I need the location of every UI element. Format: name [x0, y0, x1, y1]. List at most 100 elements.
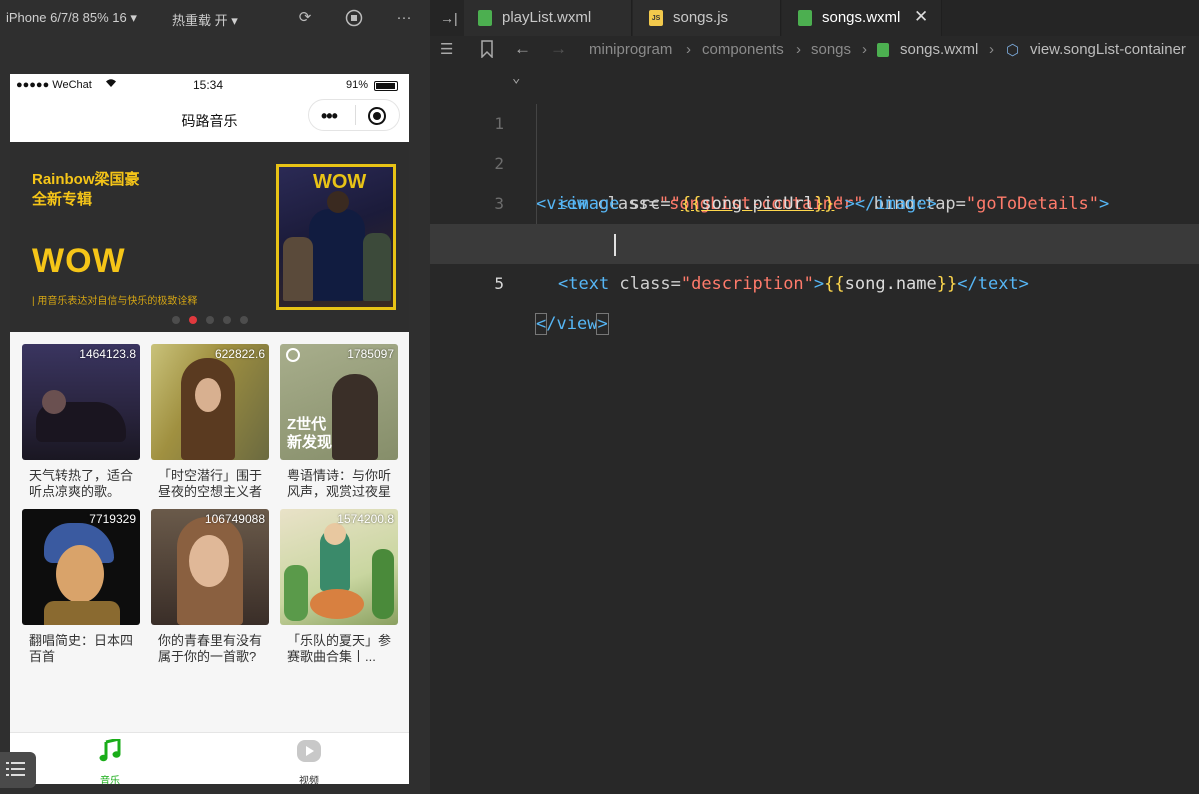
play-count: 106749088	[204, 512, 265, 526]
breadcrumb-sep: ›	[686, 41, 691, 58]
outline-icon[interactable]: ☰	[440, 40, 453, 58]
tab-label: songs.wxml	[822, 9, 901, 26]
play-count: 1464123.8	[79, 347, 136, 361]
code-editor: →| playList.wxml JS songs.js songs.wxml …	[430, 0, 1199, 794]
wxml-icon	[877, 43, 889, 57]
collapse-sidebar-icon[interactable]: →|	[440, 10, 458, 26]
line-number: 5	[494, 274, 504, 293]
rotate-icon[interactable]: ⟳	[296, 9, 314, 27]
song-list: 1464123.8 天气转热了，适合听点凉爽的歌。 622822.6 「时空潜行…	[10, 332, 409, 732]
wifi-icon	[105, 78, 117, 91]
song-cover: 1574200.8	[280, 509, 398, 625]
capsule-menu: •••	[308, 99, 400, 131]
tab-songs-wxml[interactable]: songs.wxml ✕	[782, 0, 942, 36]
battery-label: 91%	[346, 79, 369, 91]
play-count: 7719329	[89, 512, 136, 526]
back-arrow-icon[interactable]: ←	[514, 39, 531, 59]
battery-icon	[374, 81, 398, 91]
song-cover: 106749088	[151, 509, 269, 625]
tab-songs-js[interactable]: JS songs.js	[633, 0, 781, 36]
swiper-dot[interactable]	[172, 316, 180, 324]
fold-chevron-icon[interactable]: ⌄	[512, 58, 520, 98]
simulator-panel: iPhone 6/7/8 85% 16 ▾ 热重载 开 ▾ ⟳ ··· ●●●●…	[0, 0, 430, 794]
phone-screen: ●●●●● WeChat 15:34 91% 码路音乐 ••• Rainbow梁…	[10, 74, 409, 784]
song-description: 你的青春里有没有属于你的一首歌?	[158, 633, 263, 664]
song-description: 天气转热了，适合听点凉爽的歌。	[29, 468, 134, 499]
wxml-icon	[798, 10, 812, 26]
song-cover: 1464123.8	[22, 344, 140, 460]
carrier-label: ●●●●● WeChat	[16, 79, 92, 91]
hot-reload-label: 热重载 开	[172, 13, 228, 28]
song-cover: Z世代 新发现 1785097	[280, 344, 398, 460]
device-select[interactable]: iPhone 6/7/8 85% 16 ▾	[6, 10, 137, 26]
status-bar: ●●●●● WeChat 15:34 91%	[10, 74, 409, 98]
cube-icon: ⬡	[1006, 42, 1020, 59]
js-icon: JS	[649, 10, 663, 26]
wxml-icon	[478, 10, 492, 26]
banner-title-2: 全新专辑	[32, 191, 93, 208]
song-cover: 622822.6	[151, 344, 269, 460]
song-description: 粤语情诗：与你听风声，观赏过夜星	[287, 468, 392, 499]
swiper-dot[interactable]	[206, 316, 214, 324]
menu-dots-icon[interactable]: •••	[321, 106, 338, 127]
play-count: 622822.6	[214, 347, 265, 361]
simulator-toolbar: iPhone 6/7/8 85% 16 ▾ 热重载 开 ▾ ⟳ ···	[0, 0, 430, 36]
tab-video[interactable]: 视频	[269, 739, 349, 784]
breadcrumb-item[interactable]: miniprogram	[589, 41, 672, 58]
text-cursor	[614, 234, 616, 256]
device-label: iPhone 6/7/8 85% 16	[6, 10, 127, 25]
close-tab-icon[interactable]: ✕	[914, 7, 928, 27]
forward-arrow-icon[interactable]: →	[550, 39, 567, 59]
tab-label: playList.wxml	[502, 9, 592, 26]
tab-playlist-wxml[interactable]: playList.wxml	[464, 0, 632, 36]
breadcrumb-sep: ›	[796, 41, 801, 58]
tab-bar: 音乐 视频	[10, 732, 409, 784]
swiper-dot[interactable]	[240, 316, 248, 324]
banner-big-text: WOW	[32, 242, 126, 280]
breadcrumb-item[interactable]: view.songList-container	[1030, 41, 1186, 58]
song-cover: 7719329	[22, 509, 140, 625]
video-play-icon	[269, 739, 349, 763]
tab-video-label: 视频	[299, 776, 319, 784]
breadcrumb-sep: ›	[989, 41, 994, 58]
cover-overlay-text: Z世代 新发现	[287, 416, 333, 451]
clock-label: 15:34	[193, 78, 224, 92]
banner-swiper[interactable]: Rainbow梁国豪 全新专辑 WOW | 用音乐表达对自信与快乐的极致诠释 W…	[10, 142, 409, 332]
breadcrumb-item[interactable]: components	[702, 41, 784, 58]
song-description: 「乐队的夏天」参赛歌曲合集丨...	[287, 633, 392, 664]
bookmark-icon[interactable]	[480, 40, 494, 62]
swiper-dot-active[interactable]	[189, 316, 197, 324]
code-line: 1 ⌄ <view class="songList-container" bin…	[430, 64, 1199, 214]
netease-logo-icon	[286, 348, 300, 362]
nav-bar: 码路音乐 •••	[10, 98, 409, 142]
breadcrumb-sep: ›	[862, 41, 867, 58]
play-count: 1785097	[347, 347, 394, 361]
tab-label: songs.js	[673, 9, 729, 26]
breadcrumb: ☰ ← → miniprogram › components › songs ›…	[430, 36, 1199, 64]
song-description: 「时空潜行」围于昼夜的空想主义者	[158, 468, 263, 499]
close-miniprogram-icon[interactable]	[367, 106, 387, 129]
outline-toggle-button[interactable]	[0, 752, 36, 788]
code-area[interactable]: 1 ⌄ <view class="songList-container" bin…	[430, 64, 1199, 794]
hot-reload-select[interactable]: 热重载 开 ▾	[172, 10, 238, 29]
editor-tabs: →| playList.wxml JS songs.js songs.wxml …	[430, 0, 1199, 36]
tab-music-label: 音乐	[100, 776, 120, 784]
code-line: 3 <text class="collect">{{song.playCount…	[430, 144, 1199, 254]
more-icon[interactable]: ···	[395, 9, 413, 27]
code-line-current: 5 </view>	[430, 224, 1199, 335]
music-note-icon	[70, 737, 150, 763]
indent-guide	[536, 104, 537, 224]
tab-music[interactable]: 音乐	[70, 737, 150, 784]
breadcrumb-item[interactable]: songs	[811, 41, 851, 58]
song-description: 翻唱简史：日本四百首	[29, 633, 134, 664]
breadcrumb-item[interactable]: songs.wxml	[900, 41, 978, 58]
code-line: 4 <text class="description">{{song.name}…	[430, 184, 1199, 294]
banner-title-1: Rainbow梁国豪	[32, 171, 140, 188]
code-text: <text class="description">{{song.name}}<…	[558, 274, 1029, 294]
play-count: 1574200.8	[337, 512, 394, 526]
stop-icon[interactable]	[345, 9, 363, 27]
code-text: </view>	[534, 313, 609, 335]
banner-tagline: | 用音乐表达对自信与快乐的极致诠释	[32, 296, 198, 307]
swiper-dot[interactable]	[223, 316, 231, 324]
list-icon	[6, 760, 26, 785]
